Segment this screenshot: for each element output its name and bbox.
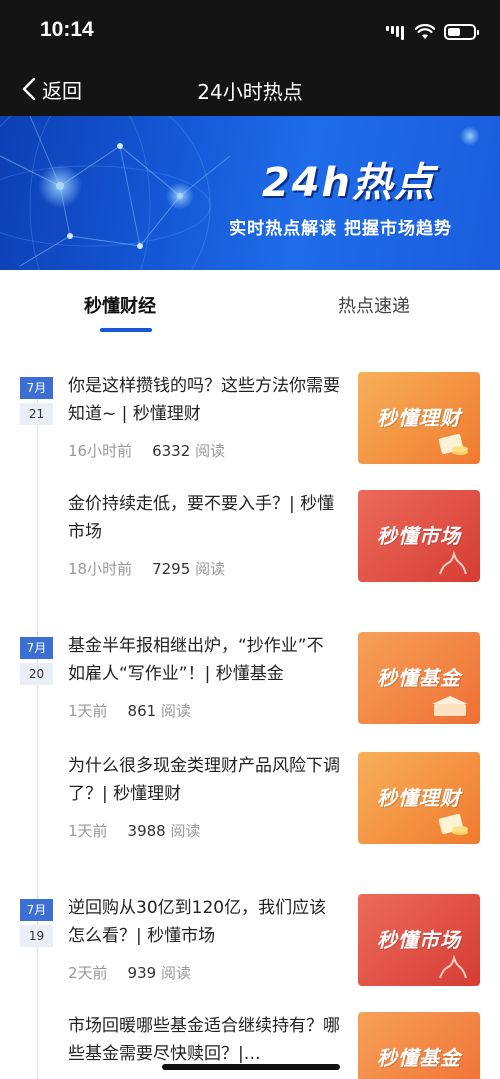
article-thumbnail: 秒懂理财: [358, 372, 480, 464]
thumbnail-label: 秒懂基金: [377, 1046, 461, 1070]
article-title: 逆回购从30亿到120亿，我们应该怎么看？| 秒懂市场: [68, 898, 327, 946]
status-icons: [386, 22, 479, 42]
tab-bar: 秒懂财经 热点速递: [0, 270, 500, 340]
article-title: 你是这样攒钱的吗？这些方法你需要知道~ | 秒懂理财: [68, 376, 340, 424]
market-chart-icon: [439, 550, 467, 575]
article-meta: 1天前 861 阅读: [68, 700, 191, 721]
nav-bar: 返回 24小时热点: [0, 62, 500, 116]
article-views: 3988: [127, 822, 166, 840]
views-suffix: 阅读: [195, 560, 226, 578]
views-suffix: 阅读: [160, 964, 191, 982]
banner-subtitle: 实时热点解读 把握市场趋势: [229, 219, 452, 239]
date-day: 20: [20, 663, 53, 685]
page-title: 24小时热点: [197, 80, 303, 104]
status-bar: 10:14: [0, 0, 500, 62]
article-time: 1天前: [68, 822, 108, 840]
timeline-line: [37, 380, 38, 1079]
article-thumbnail: 秒懂基金: [358, 1012, 480, 1079]
article-views: 861: [127, 702, 157, 720]
article-meta: 2天前 939 阅读: [68, 962, 191, 983]
article-item[interactable]: 基金半年报相继出炉，“抄作业”不如雇人“写作业”！| 秒懂基金 1天前 861 阅…: [68, 632, 483, 737]
home-indicator[interactable]: [162, 1064, 340, 1070]
thumbnail-label: 秒懂理财: [377, 786, 461, 810]
article-thumbnail: 秒懂市场: [358, 894, 480, 986]
article-item[interactable]: 逆回购从30亿到120亿，我们应该怎么看？| 秒懂市场 2天前 939 阅读 秒懂…: [68, 894, 483, 999]
date-month: 7月: [20, 377, 53, 399]
tab-redian-sudi[interactable]: 热点速递: [338, 292, 410, 318]
article-time: 2天前: [68, 964, 108, 982]
thumbnail-label: 秒懂市场: [377, 928, 461, 952]
hero-banner: 24h热点 实时热点解读 把握市场趋势: [0, 116, 500, 270]
article-title: 为什么很多现金类理财产品风险下调了？| 秒懂理财: [68, 756, 340, 804]
article-meta: 1天前 3988 阅读: [68, 820, 201, 841]
views-suffix: 阅读: [195, 442, 226, 460]
date-month: 7月: [20, 899, 53, 921]
article-title: 基金半年报相继出炉，“抄作业”不如雇人“写作业”！| 秒懂基金: [68, 636, 324, 684]
article-item[interactable]: 金价持续走低，要不要入手？| 秒懂市场 18小时前 7295 阅读 秒懂市场: [68, 490, 483, 595]
date-badge: 7月 20: [20, 637, 53, 685]
views-suffix: 阅读: [160, 702, 191, 720]
battery-icon: [444, 24, 479, 40]
article-views: 939: [127, 964, 157, 982]
article-meta: 16小时前 6332 阅读: [68, 440, 225, 461]
coins-icon: [438, 814, 468, 835]
date-day: 19: [20, 925, 53, 947]
date-month: 7月: [20, 637, 53, 659]
article-time: 1天前: [68, 702, 108, 720]
thumbnail-label: 秒懂市场: [377, 524, 461, 548]
article-thumbnail: 秒懂理财: [358, 752, 480, 844]
banner-title: 24h热点: [261, 160, 436, 206]
article-time: 18小时前: [68, 560, 133, 578]
thumbnail-label: 秒懂理财: [377, 406, 461, 430]
article-meta: 18小时前 7295 阅读: [68, 558, 225, 579]
coins-icon: [438, 434, 468, 455]
signal-icon: [386, 24, 406, 40]
article-title: 金价持续走低，要不要入手？| 秒懂市场: [68, 494, 335, 542]
views-suffix: 阅读: [170, 822, 201, 840]
market-chart-icon: [439, 954, 467, 979]
date-day: 21: [20, 403, 53, 425]
date-badge: 7月 19: [20, 899, 53, 947]
article-item[interactable]: 为什么很多现金类理财产品风险下调了？| 秒懂理财 1天前 3988 阅读 秒懂理财: [68, 752, 483, 857]
article-time: 16小时前: [68, 442, 133, 460]
tab-miaodong-caijing[interactable]: 秒懂财经: [84, 292, 156, 318]
thumbnail-label: 秒懂基金: [377, 666, 461, 690]
article-title: 市场回暖哪些基金适合继续持有？哪些基金需要尽快赎回？|…: [68, 1016, 340, 1064]
status-time: 10:14: [40, 18, 94, 41]
active-tab-indicator: [100, 328, 152, 332]
article-thumbnail: 秒懂市场: [358, 490, 480, 582]
date-badge: 7月 21: [20, 377, 53, 425]
article-thumbnail: 秒懂基金: [358, 632, 480, 724]
article-views: 6332: [152, 442, 191, 460]
article-views: 7295: [152, 560, 191, 578]
article-item[interactable]: 你是这样攒钱的吗？这些方法你需要知道~ | 秒懂理财 16小时前 6332 阅读 …: [68, 372, 483, 477]
fund-icon: [432, 696, 468, 716]
wifi-icon: [415, 24, 435, 39]
